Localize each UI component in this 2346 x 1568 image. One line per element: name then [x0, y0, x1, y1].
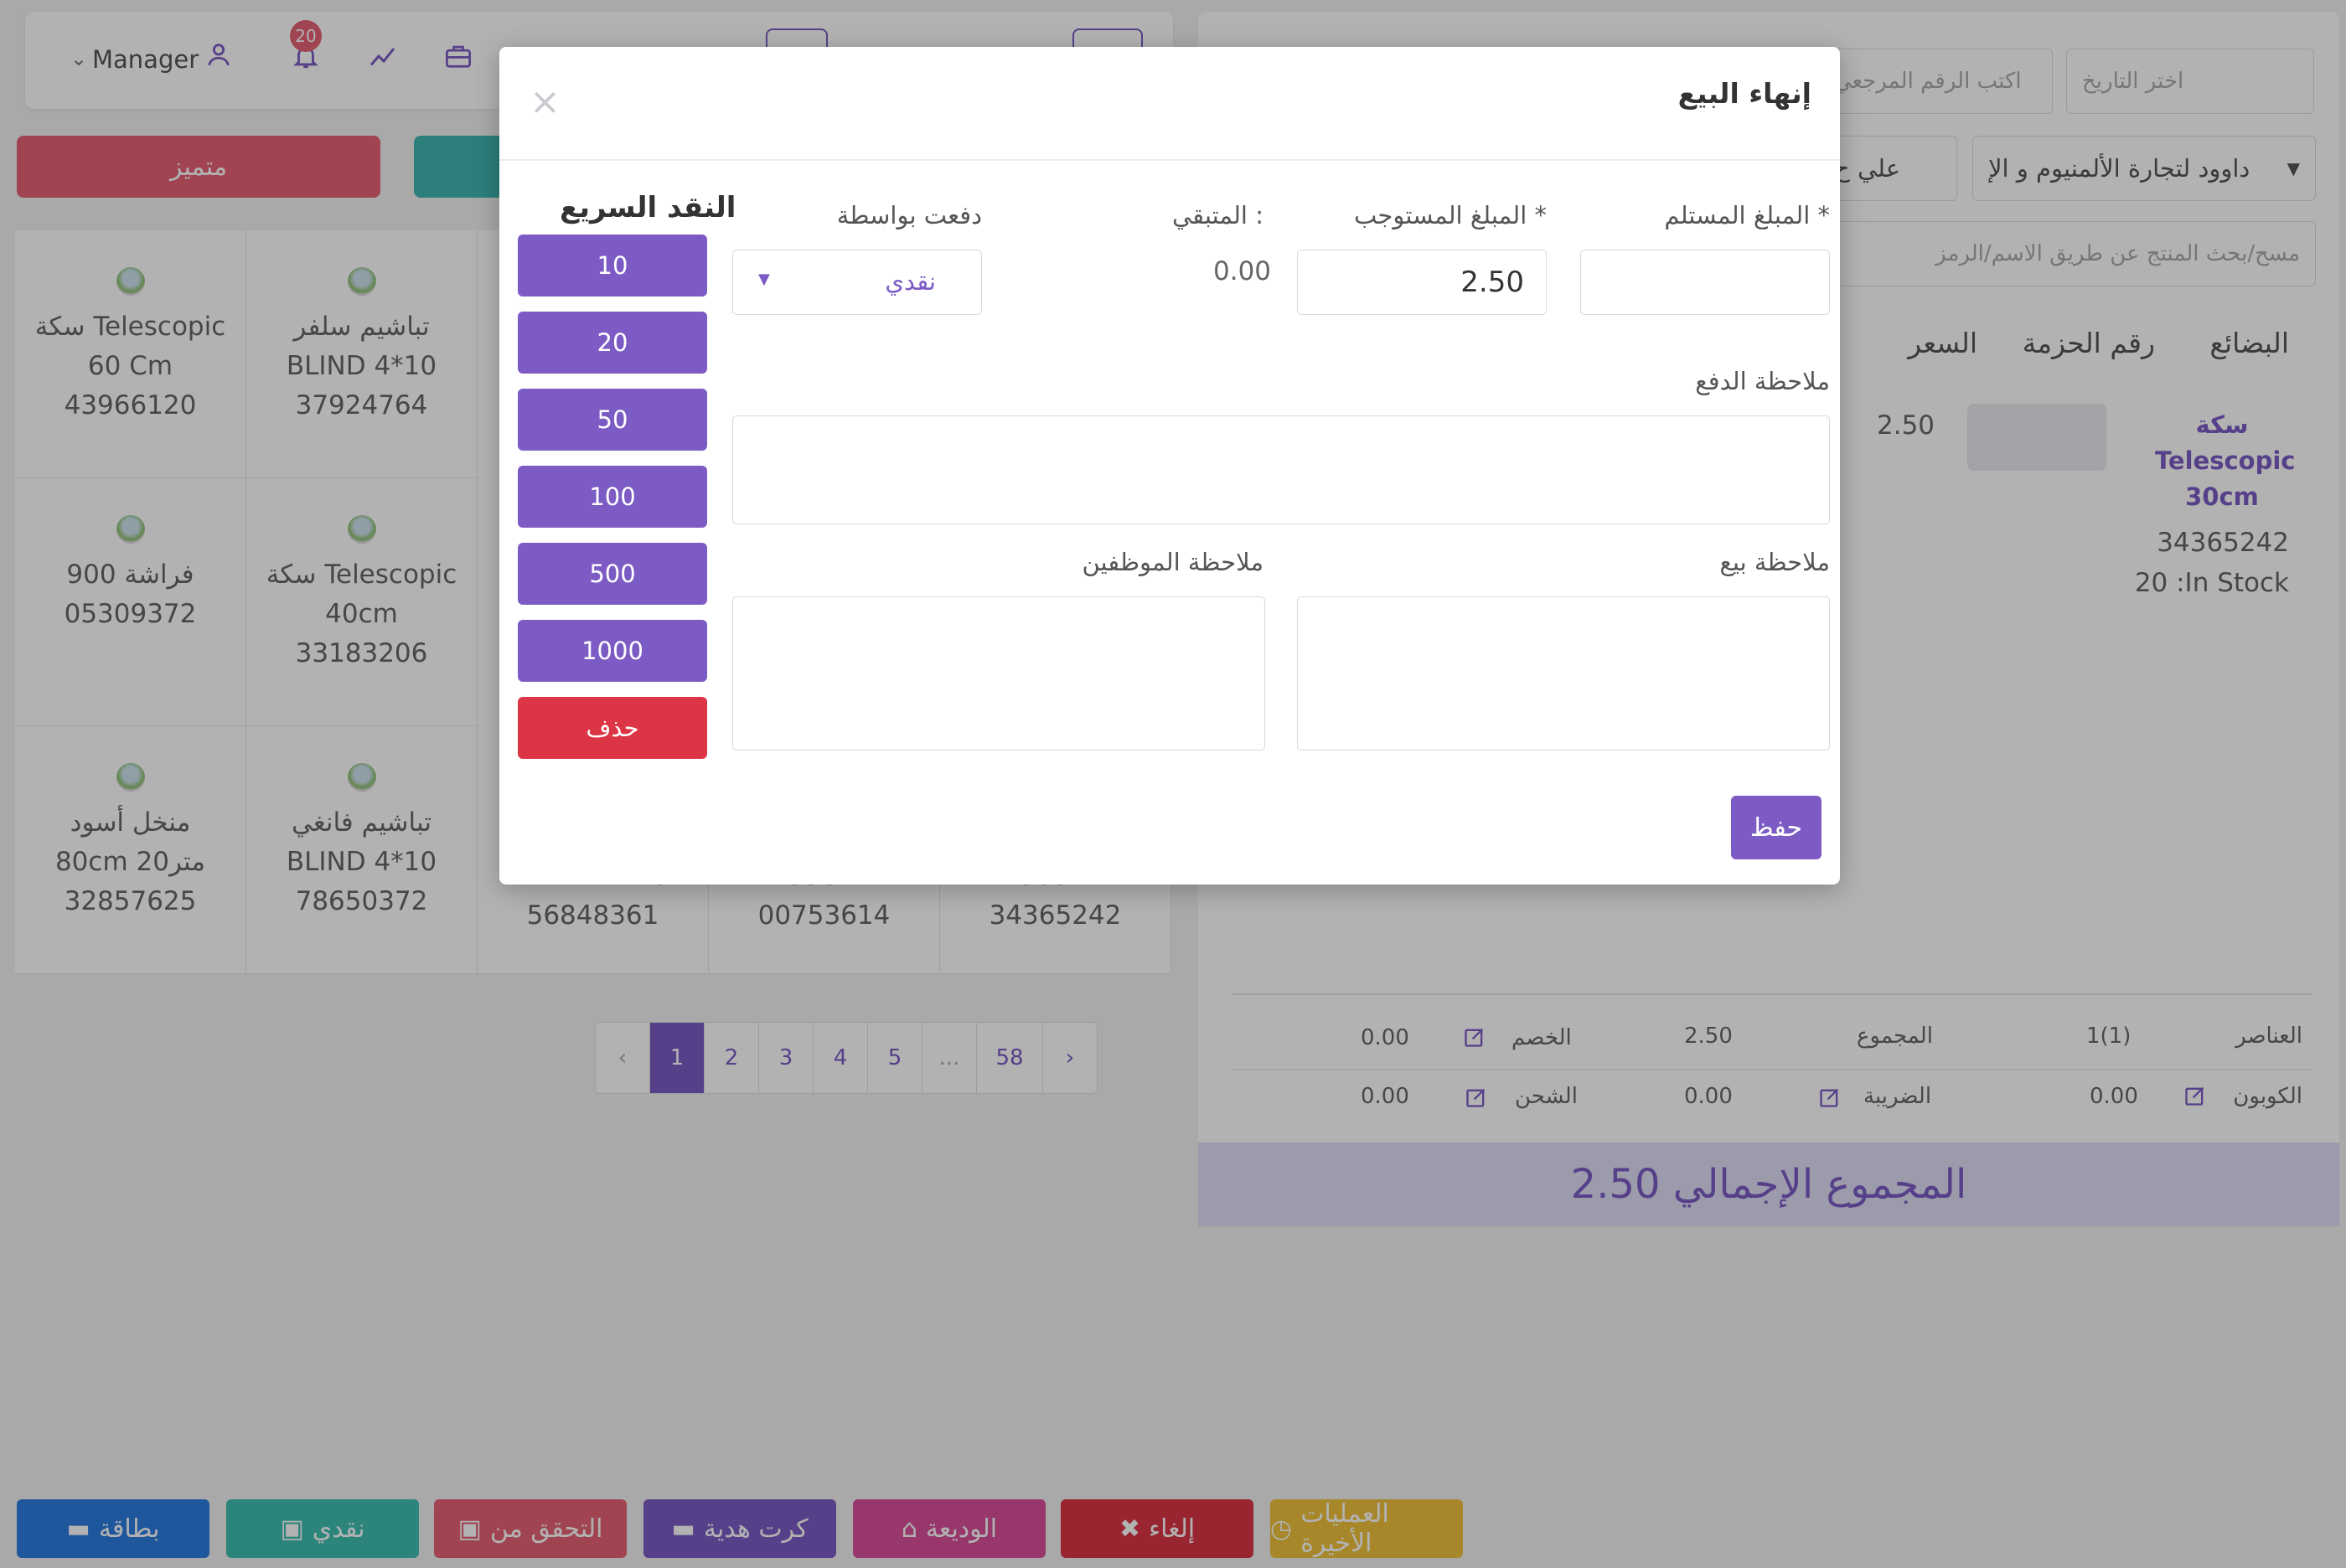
quick-cash-500-button[interactable]: 500 — [518, 543, 707, 605]
modal-title: إنهاء البيع — [1677, 77, 1811, 110]
paid-by-select[interactable]: نقدي ▼ — [732, 250, 982, 315]
due-amount-input[interactable]: 2.50 — [1297, 250, 1547, 315]
paid-by-value: نقدي — [885, 267, 936, 296]
paid-by-label: دفعت بواسطة — [836, 201, 982, 230]
payment-note-label: ملاحظة الدفع — [1695, 367, 1830, 395]
remaining-label: المتبقي : — [1171, 201, 1263, 230]
sale-note-label: ملاحظة بيع — [1719, 548, 1830, 576]
received-amount-label: المبلغ المستلم * — [1664, 201, 1830, 230]
quick-cash-50-button[interactable]: 50 — [518, 389, 707, 451]
staff-note-label: ملاحظة الموظفين — [1082, 548, 1263, 576]
payment-note-textarea[interactable] — [732, 415, 1830, 524]
staff-note-textarea[interactable] — [732, 596, 1265, 750]
finalize-sale-modal: إنهاء البيع × المبلغ المستلم * المبلغ ال… — [499, 47, 1840, 885]
sale-note-textarea[interactable] — [1297, 596, 1830, 750]
quick-cash-20-button[interactable]: 20 — [518, 312, 707, 374]
remaining-value: 0.00 — [1213, 256, 1272, 286]
quick-cash-10-button[interactable]: 10 — [518, 235, 707, 297]
save-button[interactable]: حفظ — [1731, 796, 1822, 859]
delete-button[interactable]: حذف — [518, 697, 707, 759]
close-icon[interactable]: × — [530, 80, 561, 123]
received-amount-input[interactable] — [1580, 250, 1830, 315]
modal-divider — [499, 159, 1840, 161]
due-amount-value: 2.50 — [1460, 266, 1524, 299]
quick-cash-100-button[interactable]: 100 — [518, 466, 707, 528]
caret-down-icon: ▼ — [758, 271, 770, 288]
quick-cash-title: النقد السريع — [560, 191, 736, 224]
quick-cash-1000-button[interactable]: 1000 — [518, 620, 707, 682]
due-amount-label: المبلغ المستوجب * — [1353, 201, 1547, 230]
